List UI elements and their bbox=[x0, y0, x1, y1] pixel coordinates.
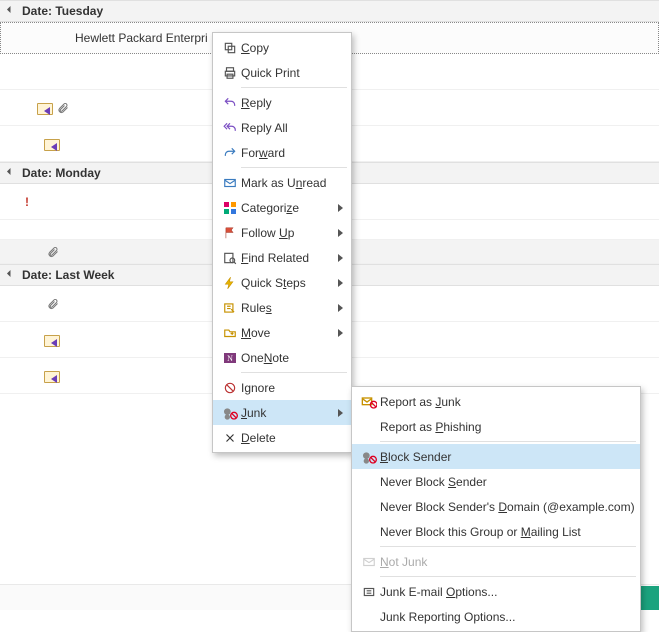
menu-report-junk[interactable]: Report as Junk bbox=[352, 389, 640, 414]
from: Hewlett Packard Enterpri bbox=[71, 31, 231, 45]
importance-high-icon: ! bbox=[18, 195, 36, 209]
submenu-arrow-icon bbox=[338, 229, 343, 237]
attachment-icon bbox=[47, 245, 59, 259]
label: Reply All bbox=[241, 121, 343, 135]
row-icon bbox=[36, 245, 70, 259]
menu-separator bbox=[380, 576, 636, 577]
reply-icon bbox=[219, 96, 241, 110]
copy-icon bbox=[219, 41, 241, 55]
menu-move[interactable]: Move bbox=[213, 320, 351, 345]
context-menu: Copy Quick Print Reply Reply All Forward… bbox=[212, 32, 352, 453]
row-icon bbox=[36, 137, 70, 151]
caret-down-icon bbox=[7, 168, 14, 175]
onenote-icon: N bbox=[219, 351, 241, 365]
caret-down-icon bbox=[7, 270, 14, 277]
menu-junk-reporting-options[interactable]: Junk Reporting Options... bbox=[352, 604, 640, 629]
group-label: Date: Tuesday bbox=[22, 4, 103, 18]
row-icon bbox=[36, 333, 70, 347]
menu-separator bbox=[241, 167, 347, 168]
flag-icon bbox=[219, 226, 241, 240]
row-icon bbox=[36, 369, 70, 383]
menu-junk[interactable]: Junk bbox=[213, 400, 351, 425]
move-icon bbox=[219, 326, 241, 340]
menu-forward[interactable]: Forward bbox=[213, 140, 351, 165]
junk-submenu: Report as Junk Report as Phishing Block … bbox=[351, 386, 641, 632]
group-label: Date: Monday bbox=[22, 166, 101, 180]
not-junk-icon bbox=[358, 555, 380, 569]
menu-block-sender[interactable]: Block Sender bbox=[352, 444, 640, 469]
submenu-arrow-icon bbox=[338, 254, 343, 262]
menu-separator bbox=[241, 372, 347, 373]
menu-report-phishing[interactable]: Report as Phishing bbox=[352, 414, 640, 439]
label: Junk Reporting Options... bbox=[380, 610, 632, 624]
quick-steps-icon bbox=[219, 276, 241, 290]
report-junk-icon bbox=[358, 395, 380, 409]
submenu-arrow-icon bbox=[338, 279, 343, 287]
junk-icon bbox=[219, 406, 241, 420]
menu-quick-print[interactable]: Quick Print bbox=[213, 60, 351, 85]
menu-copy[interactable]: Copy bbox=[213, 35, 351, 60]
row-icon bbox=[36, 297, 70, 311]
menu-separator bbox=[241, 87, 347, 88]
menu-separator bbox=[380, 546, 636, 547]
delete-icon bbox=[219, 431, 241, 445]
submenu-arrow-icon bbox=[338, 409, 343, 417]
menu-reply-all[interactable]: Reply All bbox=[213, 115, 351, 140]
menu-never-block-domain[interactable]: Never Block Sender's Domain (@example.co… bbox=[352, 494, 640, 519]
caret-down-icon bbox=[7, 6, 14, 13]
group-label: Date: Last Week bbox=[22, 268, 114, 282]
menu-quick-steps[interactable]: Quick Steps bbox=[213, 270, 351, 295]
menu-never-block-sender[interactable]: Never Block Sender bbox=[352, 469, 640, 494]
print-icon bbox=[219, 66, 241, 80]
envelope-icon bbox=[219, 176, 241, 190]
replied-icon bbox=[44, 369, 62, 383]
menu-reply[interactable]: Reply bbox=[213, 90, 351, 115]
forward-icon bbox=[219, 146, 241, 160]
categorize-icon bbox=[219, 201, 241, 215]
menu-junk-options[interactable]: Junk E-mail Options... bbox=[352, 579, 640, 604]
menu-delete[interactable]: Delete bbox=[213, 425, 351, 450]
submenu-arrow-icon bbox=[338, 304, 343, 312]
rules-icon bbox=[219, 301, 241, 315]
row-icon bbox=[36, 101, 70, 115]
menu-onenote[interactable]: N OneNote bbox=[213, 345, 351, 370]
group-header-tuesday[interactable]: Date: Tuesday bbox=[0, 0, 659, 22]
menu-find-related[interactable]: Find Related bbox=[213, 245, 351, 270]
menu-rules[interactable]: Rules bbox=[213, 295, 351, 320]
submenu-arrow-icon bbox=[338, 329, 343, 337]
menu-follow-up[interactable]: Follow Up bbox=[213, 220, 351, 245]
options-icon bbox=[358, 585, 380, 599]
label: Ignore bbox=[241, 381, 343, 395]
replied-icon bbox=[37, 101, 55, 115]
reply-all-icon bbox=[219, 121, 241, 135]
submenu-arrow-icon bbox=[338, 204, 343, 212]
menu-ignore[interactable]: Ignore bbox=[213, 375, 351, 400]
menu-not-junk: Not Junk bbox=[352, 549, 640, 574]
ignore-icon bbox=[219, 381, 241, 395]
label: Quick Print bbox=[241, 66, 343, 80]
menu-categorize[interactable]: Categorize bbox=[213, 195, 351, 220]
menu-separator bbox=[380, 441, 636, 442]
menu-mark-unread[interactable]: Mark as Unread bbox=[213, 170, 351, 195]
replied-icon bbox=[44, 333, 62, 347]
block-sender-icon bbox=[358, 450, 380, 464]
attachment-icon bbox=[57, 101, 69, 115]
svg-text:N: N bbox=[227, 354, 233, 363]
find-icon bbox=[219, 251, 241, 265]
replied-icon bbox=[44, 137, 62, 151]
menu-never-block-group[interactable]: Never Block this Group or Mailing List bbox=[352, 519, 640, 544]
attachment-icon bbox=[47, 297, 59, 311]
